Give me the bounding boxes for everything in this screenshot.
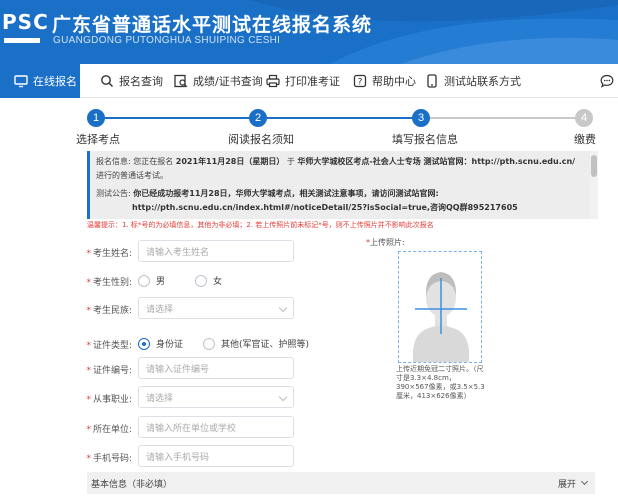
radio-button[interactable] [195,274,208,287]
nav-label: 打印准考证 [285,75,340,88]
step-connector [262,117,426,119]
nav-help-center[interactable]: ? 帮助中心 [353,64,416,98]
gender-female-label: 女 [213,277,223,287]
step-1-circle: 1 [87,109,105,127]
occupation-placeholder: 请选择 [146,393,174,404]
registration-notice: 报名信息: 您正在报名 2021年11月28日（星期日） 于 华师大学城校区考点… [87,151,590,219]
id-no-label: * 证件编号: [86,366,132,376]
step-3-circle: 3 [412,109,430,127]
progress-steps: 1 2 3 4 选择考点 阅读报名须知 填写报名信息 缴费 [0,104,618,150]
section-title: 基本信息（非必填） [91,479,173,490]
gender-male-option[interactable]: 男 [138,274,165,287]
main-nav: 在线报名 报名查询 成绩/证书查询 打印准考证 ? 帮助中心 测试站联系方式 [0,64,618,98]
chevron-down-icon [580,477,589,486]
name-label: * 考生姓名: [86,249,132,259]
nav-score-query[interactable]: 成绩/证书查询 [174,64,263,98]
logo-text: PSC [2,10,49,34]
step-4-circle: 4 [575,109,593,127]
nav-label: 测试站联系方式 [444,75,521,88]
notice-announce-label: 测试公告: [96,189,131,198]
step-connector [426,117,584,119]
step-4-label: 缴费 [574,133,596,146]
chevron-down-icon [278,392,288,402]
name-input[interactable]: 请输入考生姓名 [138,240,294,262]
gender-male-label: 男 [156,277,166,287]
notice-date: 2021年11月28日（星期日） [175,157,285,166]
step-1-label: 选择考点 [76,133,120,146]
avatar-placeholder-icon [399,252,481,362]
warm-tip: 温馨提示：1. 标*号的为必填信息，其他为非必填；2. 若上传照片前未标记*号，… [87,221,434,229]
notice-text: 进行的普通话考试。 [96,171,168,180]
notice-url-line: http://pth.scnu.edu.cn/index.html#/notic… [96,201,584,215]
occupation-label: * 从事职业: [86,395,132,405]
org-label: * 所在单位: [86,425,132,435]
site-subtitle: GUANGDONG PUTONGHUA SHUIPING CESHI [53,35,281,46]
id-type-other-label: 其他(军官证、护照等) [221,340,310,350]
notice-announce-text: 你已经成功报考11月28日，华师大学城考点，相关测试注意事项，请访问测试站官网: [133,189,439,198]
id-type-other-option[interactable]: 其他(军官证、护照等) [203,337,309,350]
step-2-label: 阅读报名须知 [228,133,294,146]
chat-icon [600,74,614,88]
nav-label: 在线报名 [33,75,77,88]
phone-label: * 手机号码: [86,454,132,464]
help-icon: ? [353,74,367,88]
gender-radio-group: 男 女 [138,274,222,287]
radio-button-checked[interactable] [138,337,150,350]
photo-hint: 上传近期免冠二寸照片。（尺寸是3.3×4.8cm，390×567像素，或3.5×… [396,365,485,400]
notice-site: 华师大学城校区考点-社会人士专场 测试站官网：http://pth.scnu.e… [297,157,576,166]
step-3-label: 填写报名信息 [392,133,458,146]
search-doc-icon [174,74,188,88]
nav-online-register[interactable]: 在线报名 [0,64,80,98]
expand-label: 展开 [557,479,576,490]
org-input[interactable]: 请输入所在单位或学校 [138,416,294,438]
monitor-icon [14,74,28,88]
logo-bar [4,38,40,43]
ethnicity-select[interactable]: 请选择 [138,297,294,319]
radio-button[interactable] [138,274,150,287]
id-type-label: * 证件类型: [86,341,132,351]
ethnicity-placeholder: 请选择 [146,304,174,315]
notice-announcement: 测试公告: 你已经成功报考11月28日，华师大学城考点，相关测试注意事项，请访问… [96,187,584,201]
id-no-input[interactable]: 请输入证件编号 [138,357,294,379]
chat-button[interactable] [600,64,618,98]
nav-label: 报名查询 [119,75,163,88]
chevron-down-icon [278,303,288,313]
svg-text:?: ? [358,78,363,88]
phone-icon [425,74,439,88]
site-title: 广东省普通话水平测试在线报名系统 [52,14,373,36]
notice-info-label: 报名信息: [96,157,131,166]
basic-info-section-header[interactable]: 基本信息（非必填） 展开 [87,472,595,494]
id-type-idcard-label: 身份证 [156,340,184,350]
search-icon [100,74,114,88]
phone-input[interactable]: 请输入手机号码 [138,445,294,467]
nav-print-ticket[interactable]: 打印准考证 [266,64,340,98]
expand-toggle[interactable]: 展开 [557,477,589,490]
nav-register-query[interactable]: 报名查询 [100,64,163,98]
site-header: PSC 广东省普通话水平测试在线报名系统 GUANGDONG PUTONGHUA… [0,0,618,64]
notice-info: 报名信息: 您正在报名 2021年11月28日（星期日） 于 华师大学城校区考点… [96,155,584,183]
id-type-idcard-option[interactable]: 身份证 [138,337,183,350]
gender-label: * 考生性别: [86,278,132,288]
nav-label: 帮助中心 [372,75,416,88]
nav-label: 成绩/证书查询 [193,75,263,88]
step-connector [96,117,262,119]
notice-text: 您正在报名 [133,157,174,166]
photo-upload-box[interactable] [398,251,482,363]
radio-button[interactable] [203,337,216,350]
id-type-radio-group: 身份证 其他(军官证、护照等) [138,337,309,350]
scrollbar-thumb[interactable] [591,155,597,177]
step-2-circle: 2 [249,109,267,127]
psc-logo: PSC [0,8,48,48]
notice-scrollbar[interactable] [590,151,598,219]
gender-female-option[interactable]: 女 [195,274,222,287]
ethnicity-label: * 考生民族: [86,306,132,316]
notice-announce-url[interactable]: http://pth.scnu.edu.cn/index.html#/notic… [132,203,518,212]
nav-contact[interactable]: 测试站联系方式 [425,64,521,98]
occupation-select[interactable]: 请选择 [138,386,294,408]
photo-label: *上传照片: [366,238,405,247]
printer-icon [266,74,280,88]
notice-text: 于 [286,157,295,166]
